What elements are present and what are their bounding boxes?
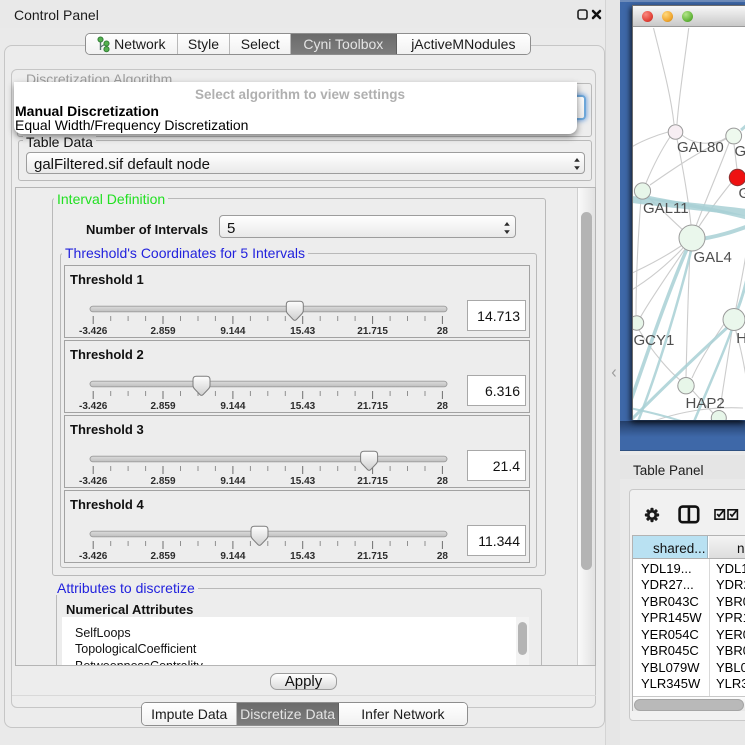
svg-text:-3.426: -3.426 [79,326,108,337]
svg-text:15.43: 15.43 [290,401,315,412]
svg-text:H: H [736,330,745,347]
svg-text:15.43: 15.43 [290,326,315,337]
svg-text:GCY1: GCY1 [634,332,675,349]
svg-text:9.144: 9.144 [220,476,245,487]
svg-text:9.144: 9.144 [220,551,245,562]
svg-text:G: G [739,185,745,202]
svg-text:28: 28 [437,551,449,562]
svg-text:-3.426: -3.426 [79,476,108,487]
svg-text:21.715: 21.715 [357,401,388,412]
svg-text:15.43: 15.43 [290,476,315,487]
svg-text:9.144: 9.144 [220,401,245,412]
svg-text:-3.426: -3.426 [79,551,108,562]
svg-text:-3.426: -3.426 [79,401,108,412]
svg-text:2.859: 2.859 [150,401,175,412]
svg-text:28: 28 [437,401,449,412]
svg-text:HAP2: HAP2 [686,395,725,412]
svg-text:9.144: 9.144 [220,326,245,337]
svg-text:GAL11: GAL11 [643,200,689,217]
svg-text:G.: G. [735,143,745,160]
svg-text:GAL80: GAL80 [677,139,724,156]
svg-text:GAL4: GAL4 [694,249,732,266]
svg-text:21.715: 21.715 [357,551,388,562]
svg-text:21.715: 21.715 [357,476,388,487]
svg-text:15.43: 15.43 [290,551,315,562]
svg-text:28: 28 [437,326,449,337]
svg-text:2.859: 2.859 [150,551,175,562]
svg-text:28: 28 [437,476,449,487]
svg-text:21.715: 21.715 [357,326,388,337]
svg-text:2.859: 2.859 [150,326,175,337]
svg-text:2.859: 2.859 [150,476,175,487]
